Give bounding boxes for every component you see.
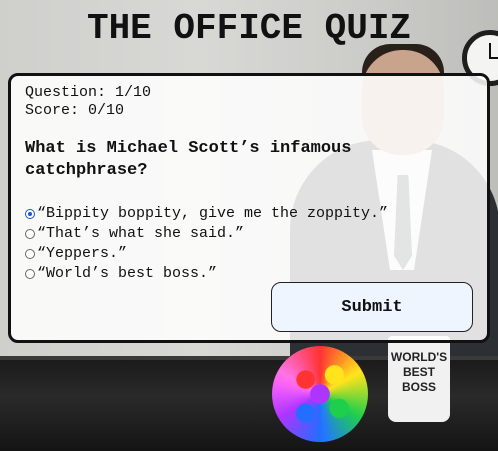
radio-button-2[interactable] [25, 229, 35, 239]
mug-text-line3: BOSS [401, 380, 436, 394]
answer-option-3[interactable]: “Yeppers.” [25, 244, 473, 264]
question-text: What is Michael Scott’s infamous catchph… [25, 139, 352, 180]
question-counter: Question: 1/10 [25, 84, 152, 101]
answer-option-3-label[interactable]: “Yeppers.” [37, 244, 127, 264]
answer-options: “Bippity boppity, give me the zoppity.” … [25, 204, 473, 284]
answer-option-2[interactable]: “That’s what she said.” [25, 224, 473, 244]
answer-option-4-label[interactable]: “World’s best boss.” [37, 264, 217, 284]
hoberman-sphere-toy [272, 346, 368, 442]
answer-option-2-label[interactable]: “That’s what she said.” [37, 224, 244, 244]
mug-text-line2: BEST [402, 365, 435, 379]
radio-button-4[interactable] [25, 269, 35, 279]
answer-option-1-label[interactable]: “Bippity boppity, give me the zoppity.” [37, 204, 388, 224]
radio-button-1[interactable] [25, 209, 35, 219]
worlds-best-boss-mug: WORLD'S BEST BOSS [388, 336, 450, 422]
mug-text-line1: WORLD'S [390, 350, 448, 364]
page-title: THE OFFICE QUIZ [86, 8, 412, 49]
submit-button[interactable]: Submit [271, 282, 473, 332]
quiz-card: Question: 1/10 Score: 0/10 What is Micha… [8, 73, 490, 343]
radio-button-3[interactable] [25, 249, 35, 259]
score-label: Score: 0/10 [25, 102, 125, 119]
mug-text: WORLD'S BEST BOSS [388, 350, 450, 395]
answer-option-4[interactable]: “World’s best boss.” [25, 264, 473, 284]
answer-option-1[interactable]: “Bippity boppity, give me the zoppity.” [25, 204, 473, 224]
